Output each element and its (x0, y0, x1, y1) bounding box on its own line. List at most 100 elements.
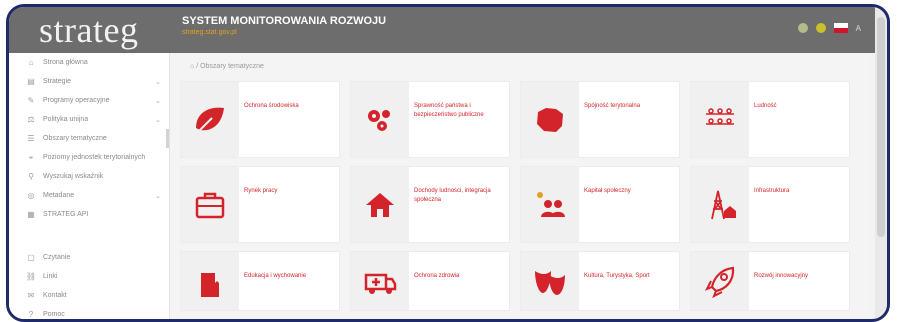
tile-labor-market[interactable]: Rynek pracy (180, 166, 340, 243)
ambulance-icon (351, 252, 409, 310)
sidebar-item-home[interactable]: ⌂ Strona główna (9, 53, 169, 72)
scrollbar-thumb[interactable] (877, 17, 885, 237)
sidebar-item-help[interactable]: ? Pomoc (9, 305, 169, 319)
accessibility-icon[interactable] (815, 23, 826, 33)
tile-label: Kapitał społeczny (584, 188, 631, 194)
infrastructure-icon (691, 167, 749, 242)
read-icon: ▢ (27, 253, 35, 262)
header-actions: A (797, 23, 861, 33)
home-icon[interactable]: ⌂ (190, 63, 194, 70)
sidebar-item-label: Metadane (43, 192, 75, 199)
logo[interactable]: strateg (39, 9, 138, 51)
search-icon: ⚲ (28, 172, 34, 181)
chevron-down-icon: ⌄ (155, 192, 161, 200)
tile-label: Kultura, Turystyka, Sport (584, 273, 650, 279)
tile-label: Spójność terytorialna (584, 103, 641, 109)
topic-grid: Ochrona środowiska Sprawność państwa i b… (180, 81, 860, 243)
topic-grid-row3: Edukacja i wychowanie Ochrona zdrowia Ku… (180, 251, 860, 311)
tile-health[interactable]: Ochrona zdrowia (350, 251, 510, 311)
map-poland-icon (521, 82, 579, 157)
sidebar-item-api[interactable]: ▦ STRATEG API (9, 205, 169, 224)
tile-label: Ochrona zdrowia (414, 273, 460, 279)
sidebar-item-label: STRATEG API (43, 211, 89, 218)
sidebar-item-label: Programy operacyjne (43, 97, 110, 104)
tile-label: Infrastruktura (754, 188, 790, 194)
link-icon: ⛓ (25, 272, 37, 281)
sidebar-item-label: Polityka unijna (43, 116, 89, 123)
font-size-toggle[interactable]: A (856, 24, 861, 33)
sidebar-item-label: Strona główna (43, 59, 88, 66)
sidebar-item-territory[interactable]: ⌖ Poziomy jednostek terytorialnych (9, 148, 169, 167)
rocket-icon (691, 252, 749, 310)
tile-label: Ludność (754, 103, 777, 109)
main-content: ⌂ / Obszary tematyczne Ochrona środowisk… (170, 53, 870, 319)
briefcase-icon (181, 167, 239, 242)
sidebar-item-search[interactable]: ⚲ Wyszukaj wskaźnik (9, 167, 169, 186)
header-bar: strateg SYSTEM MONITOROWANIA ROZWOJU str… (9, 7, 887, 53)
strategy-icon: ▤ (27, 77, 35, 86)
tile-income-integration[interactable]: Dochody ludności, integracja społeczna (350, 166, 510, 243)
social-icon (521, 167, 579, 242)
chevron-down-icon: ⌄ (155, 116, 161, 124)
help-icon: ? (28, 310, 34, 319)
tile-infrastructure[interactable]: Infrastruktura (690, 166, 850, 243)
tile-label: Rynek pracy (244, 188, 278, 194)
sidebar-item-label: Obszary tematyczne (43, 135, 107, 142)
tile-social-capital[interactable]: Kapitał społeczny (520, 166, 680, 243)
tile-label: Dochody ludności, integracja społeczna (414, 188, 491, 203)
people-icon (691, 82, 749, 157)
house-icon (351, 167, 409, 242)
contact-icon: ✉ (27, 291, 35, 300)
sidebar-item-label: Czytanie (43, 254, 71, 261)
scrollbar[interactable] (875, 7, 887, 319)
gears-icon (351, 82, 409, 157)
tile-innovation[interactable]: Rozwój innowacyjny (690, 251, 850, 311)
sidebar-item-label: Kontakt (43, 292, 67, 299)
tile-population[interactable]: Ludność (690, 81, 850, 158)
sidebar-item-contact[interactable]: ✉ Kontakt (9, 286, 169, 305)
tile-territorial-cohesion[interactable]: Spójność terytorialna (520, 81, 680, 158)
sidebar-item-links[interactable]: ⛓ Linki (9, 267, 169, 286)
breadcrumb-current: Obszary tematyczne (200, 63, 264, 70)
api-icon: ▦ (27, 210, 35, 219)
breadcrumb: ⌂ / Obszary tematyczne (190, 63, 264, 70)
sidebar-item-label: Poziomy jednostek terytorialnych (43, 154, 146, 161)
topics-icon: ☰ (27, 134, 35, 143)
chevron-down-icon: ⌄ (155, 78, 161, 86)
metadata-icon: ◎ (27, 191, 35, 200)
tile-education[interactable]: Edukacja i wychowanie (180, 251, 340, 311)
sidebar-item-label: Pomoc (43, 311, 65, 318)
app-title: SYSTEM MONITOROWANIA ROZWOJU (182, 15, 387, 27)
tile-label: Rozwój innowacyjny (754, 273, 809, 279)
sidebar-item-programs[interactable]: ✎ Programy operacyjne ⌄ (9, 91, 169, 110)
tile-state-efficiency[interactable]: Sprawność państwa i bezpieczeństwo publi… (350, 81, 510, 158)
app-subtitle: strateg.stat.gov.pl (182, 29, 237, 36)
sidebar: ⌂ Strona główna ▤ Strategie ⌄ ✎ Programy… (9, 53, 170, 319)
sidebar-item-strategies[interactable]: ▤ Strategie ⌄ (9, 72, 169, 91)
territory-icon: ⌖ (28, 152, 34, 162)
policy-icon: ⚖ (27, 115, 35, 124)
tile-label: Edukacja i wychowanie (244, 273, 307, 279)
tile-label: Sprawność państwa i bezpieczeństwo publi… (414, 103, 484, 118)
app-window: strateg SYSTEM MONITOROWANIA ROZWOJU str… (6, 4, 890, 322)
sidebar-item-read[interactable]: ▢ Czytanie (9, 248, 169, 267)
programs-icon: ✎ (27, 96, 35, 105)
masks-icon (521, 252, 579, 310)
sidebar-item-metadata[interactable]: ◎ Metadane ⌄ (9, 186, 169, 205)
sidebar-item-label: Wyszukaj wskaźnik (43, 173, 104, 180)
sidebar-item-label: Strategie (43, 78, 72, 85)
tile-label: Ochrona środowiska (244, 103, 299, 109)
polish-flag-icon[interactable] (833, 23, 848, 33)
contrast-icon[interactable] (797, 23, 808, 33)
tile-culture-tourism-sport[interactable]: Kultura, Turystyka, Sport (520, 251, 680, 311)
breadcrumb-separator: / (196, 63, 199, 70)
sidebar-item-policy[interactable]: ⚖ Polityka unijna ⌄ (9, 110, 169, 129)
sidebar-item-label: Linki (43, 273, 58, 280)
leaf-icon (181, 82, 239, 157)
book-icon (181, 252, 239, 310)
chevron-down-icon: ⌄ (155, 97, 161, 105)
sidebar-item-topics[interactable]: ☰ Obszary tematyczne (9, 129, 169, 148)
tile-environment[interactable]: Ochrona środowiska (180, 81, 340, 158)
home-icon: ⌂ (28, 58, 34, 67)
